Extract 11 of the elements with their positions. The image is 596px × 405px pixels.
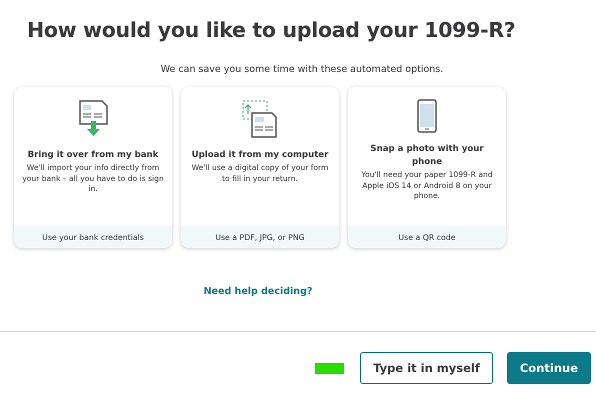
option-title: Bring it over from my bank xyxy=(28,149,158,162)
option-title: Upload it from my computer xyxy=(192,149,328,162)
continue-button[interactable]: Continue xyxy=(506,352,591,384)
highlight-marker xyxy=(315,362,344,374)
page-title: How would you like to upload your 1099-R? xyxy=(27,18,516,42)
help-link[interactable]: Need help deciding? xyxy=(204,286,312,297)
subtitle: We can save you some time with these automated options. xyxy=(160,64,444,75)
phone-icon xyxy=(416,99,438,133)
document-upload-icon xyxy=(241,99,279,139)
secondary-button[interactable]: Type it in myself xyxy=(360,352,493,384)
option-title: Snap a photo with your phone xyxy=(369,143,485,169)
